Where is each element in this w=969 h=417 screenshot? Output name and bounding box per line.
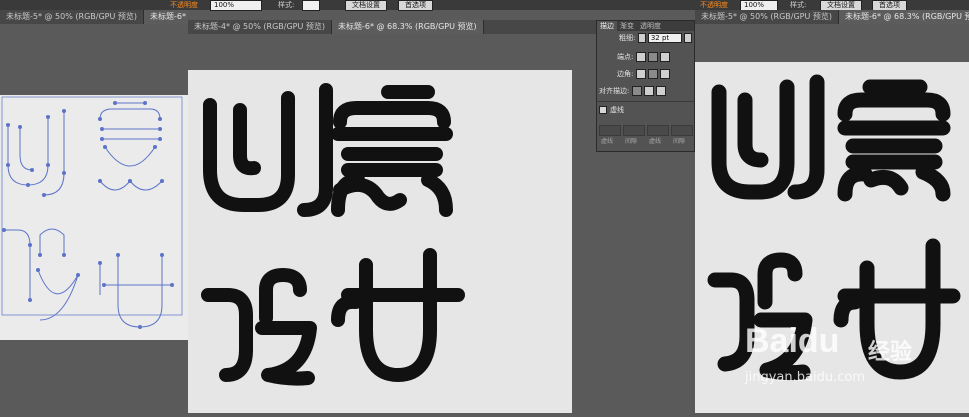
tab-stroke[interactable]: 描边	[597, 21, 617, 31]
document-setup-button[interactable]: 文档设置	[345, 0, 387, 11]
round-cap-icon[interactable]	[647, 52, 658, 62]
panel-divider	[597, 101, 694, 102]
glyph-she-left[interactable]	[201, 288, 253, 357]
align-center-icon[interactable]	[631, 86, 642, 96]
glyph-chuang-inner[interactable]	[233, 103, 261, 176]
gap-label-1: 间隙	[625, 138, 638, 145]
glyph-chuang-right[interactable]	[787, 74, 825, 200]
doc-tab-active[interactable]: 未标题-6* @ 68.3% (RGB/GPU 预览)	[332, 20, 484, 34]
glyph-she-hook[interactable]	[219, 343, 253, 382]
glyph-she-hook[interactable]	[717, 329, 755, 372]
path-she-left[interactable]	[4, 229, 31, 300]
dashed-checkbox[interactable]	[599, 106, 607, 114]
glyph-yi-right-dot[interactable]	[915, 164, 951, 202]
dash-field-2[interactable]	[647, 125, 669, 136]
glyph-nian-left[interactable]	[331, 294, 363, 327]
document-tabs-right: 未标题-5* @ 50% (RGB/GPU 预览) 未标题-6* @ 68.3% …	[695, 10, 969, 24]
watermark-brand: Baidu	[745, 322, 840, 360]
glyph-yi-left-dot[interactable]	[331, 173, 365, 217]
selection-bounding-box[interactable]	[1, 96, 183, 316]
dash-label-1: 虚线	[601, 138, 614, 145]
path-chuang-left[interactable]	[7, 117, 49, 186]
cap-label: 端点:	[617, 53, 634, 61]
doc-tab[interactable]: 未标题-5* @ 50% (RGB/GPU 预览)	[695, 10, 839, 24]
bevel-join-icon[interactable]	[659, 69, 670, 79]
glyph-she-left[interactable]	[707, 272, 755, 345]
opacity-label[interactable]: 不透明度	[170, 0, 198, 10]
weight-label: 粗细:	[619, 34, 636, 42]
glyph-chuang-right[interactable]	[297, 83, 333, 217]
stroke-panel: 描边 渐变 透明度 粗细: 32 pt 端点: 边角: 对齐描边: 虚线 虚线 间隙虚…	[596, 20, 695, 152]
align-inside-icon[interactable]	[643, 86, 654, 96]
preferences-button[interactable]: 首选项	[398, 0, 433, 11]
document-tabs-left: 未标题-5* @ 50% (RGB/GPU 预览)未标题-6* @ 68.3% …	[0, 10, 188, 24]
weight-row: 粗细: 32 pt	[619, 33, 693, 43]
glyph-yi-left-dot[interactable]	[837, 166, 873, 202]
align-row: 对齐描边:	[599, 86, 668, 96]
glyph-she-top[interactable]	[259, 268, 307, 325]
artwork-center	[201, 83, 465, 386]
miter-join-icon[interactable]	[635, 69, 646, 79]
cap-row: 端点:	[617, 52, 672, 62]
artboard-outline[interactable]	[0, 95, 188, 340]
outline-paths	[1, 96, 183, 329]
glyph-yi-heart[interactable]	[863, 169, 909, 196]
opacity-label-right[interactable]: 不透明度	[700, 0, 728, 10]
glyph-she-bottom[interactable]	[255, 321, 317, 386]
weight-field[interactable]: 32 pt	[647, 33, 682, 43]
dash-labels-row: 虚线 间隙 虚线 间隙	[601, 137, 695, 147]
corner-label: 边角:	[617, 70, 634, 78]
doc-tab-active[interactable]: 未标题-6* @ 68.3% (RGB/GPU 预览)	[839, 10, 969, 24]
tab-transparency[interactable]: 透明度	[637, 21, 664, 31]
style-label-right: 样式:	[790, 1, 807, 9]
align-stroke-label: 对齐描边:	[599, 87, 630, 95]
align-outside-icon[interactable]	[655, 86, 666, 96]
butt-cap-icon[interactable]	[635, 52, 646, 62]
dash-field-1[interactable]	[599, 125, 621, 136]
gap-field-2[interactable]	[671, 125, 693, 136]
glyph-yi-arch[interactable]	[837, 92, 951, 122]
path-chuang-right[interactable]	[43, 111, 65, 196]
tab-gradient[interactable]: 渐变	[617, 21, 637, 31]
watermark-brand-cn: 经验	[868, 340, 913, 365]
weight-dropdown[interactable]	[684, 33, 693, 43]
path-nian-u[interactable]	[117, 255, 163, 328]
dash-label-2: 虚线	[649, 138, 662, 145]
glyph-yi-arch[interactable]	[333, 101, 451, 129]
square-cap-icon[interactable]	[659, 52, 670, 62]
path-she-bottom[interactable]	[37, 269, 79, 321]
path-chuang-inner[interactable]	[19, 127, 33, 171]
path-she-top[interactable]	[39, 228, 65, 255]
control-bar: 不透明度 100% 样式: 文档设置 首选项 不透明度 100% 样式: 文档设…	[0, 0, 969, 11]
path-yi-heart[interactable]	[104, 146, 156, 167]
glyph-nian-u[interactable]	[359, 248, 437, 382]
style-swatch[interactable]	[302, 0, 320, 11]
stroke-panel-tabs: 描边 渐变 透明度	[597, 21, 694, 31]
round-join-icon[interactable]	[647, 69, 658, 79]
glyph-yi-right-dot[interactable]	[421, 173, 453, 217]
weight-stepper[interactable]	[637, 33, 646, 43]
doc-tab[interactable]: 未标题-5* @ 50% (RGB/GPU 预览)	[0, 10, 144, 24]
corner-row: 边角:	[617, 69, 672, 79]
gap-field-1[interactable]	[623, 125, 645, 136]
glyph-chuang-outer[interactable]	[203, 91, 295, 212]
doc-tab-active[interactable]: 未标题-6* @ 68.3% (RGB/GPU 预览)	[144, 10, 188, 24]
glyph-chuang-inner[interactable]	[737, 92, 769, 168]
glyph-she-top[interactable]	[757, 252, 803, 310]
glyph-nian-left[interactable]	[833, 294, 863, 328]
style-label: 样式:	[278, 1, 295, 9]
glyph-chuang-outer[interactable]	[711, 79, 795, 200]
artboard-center[interactable]	[188, 70, 572, 413]
dashed-label: 虚线	[610, 106, 624, 114]
opacity-field[interactable]: 100%	[210, 0, 262, 11]
path-yi-bars[interactable]	[102, 128, 160, 140]
path-yi-arch[interactable]	[99, 108, 161, 120]
gap-label-2: 间隙	[673, 138, 686, 145]
doc-tab[interactable]: 未标题-4* @ 50% (RGB/GPU 预览)	[188, 20, 332, 34]
document-tabs-center: 未标题-4* @ 50% (RGB/GPU 预览) 未标题-6* @ 68.3% …	[188, 20, 596, 34]
dashed-row: 虚线	[599, 105, 624, 115]
watermark-url: jingyan.baidu.com	[745, 370, 865, 385]
